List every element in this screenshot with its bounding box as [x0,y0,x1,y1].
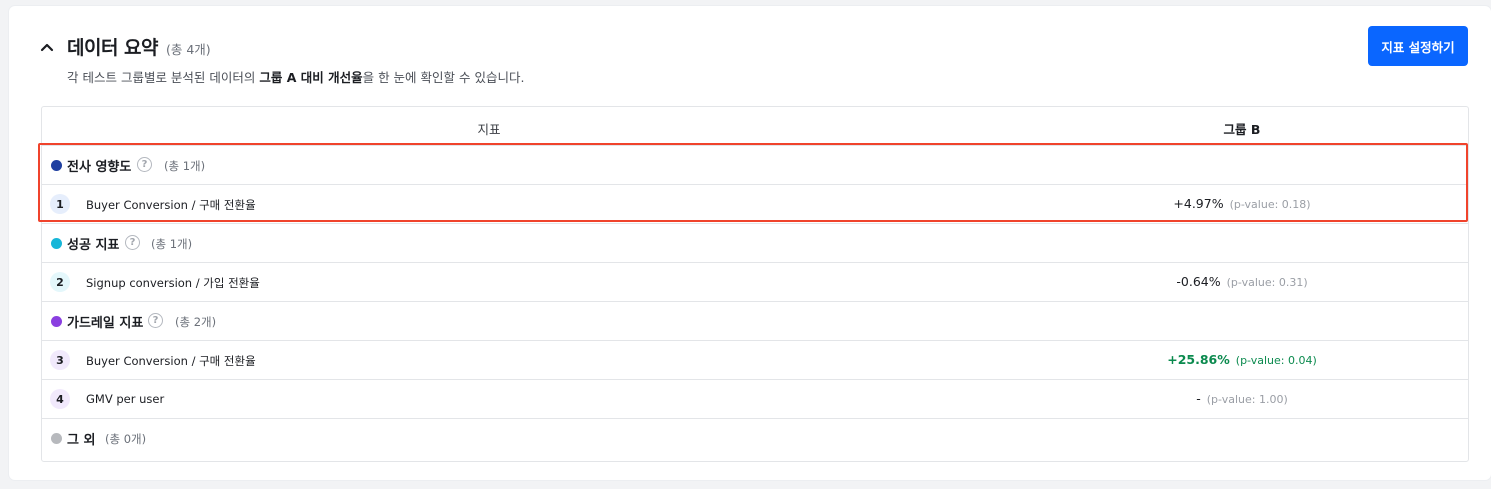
table-row[interactable]: 1 Buyer Conversion / 구매 전환율 +4.97% (p-val… [42,185,1468,224]
help-circle-icon[interactable]: ? [137,157,152,172]
column-header-group-b: 그룹 B [1223,122,1261,137]
summary-table: 지표 그룹 B 전사 영향도 ? (총 1개) 1 Buyer Conversi… [41,106,1469,462]
category-name: 성공 지표 [67,238,120,253]
metric-settings-button[interactable]: 지표 설정하기 [1368,26,1468,66]
group-b-value-cell: -0.64% (p-value: 0.31) [1042,274,1442,289]
row-number-badge: 3 [50,350,70,370]
data-summary-card: 데이터 요약 (총 4개) 각 테스트 그룹별로 분석된 데이터의 그룹 A 대… [9,6,1491,480]
section-title: 데이터 요약 [67,37,159,59]
category-row-success-metric: 성공 지표 ? (총 1개) [42,224,1468,263]
help-circle-icon[interactable]: ? [125,235,140,250]
section-count: (총 4개) [166,42,211,57]
category-name: 가드레일 지표 [67,316,144,331]
category-dot [51,433,62,444]
metric-name: Buyer Conversion / 구매 전환율 [86,354,256,368]
chevron-up-icon[interactable] [39,39,55,55]
group-b-value-cell: +25.86% (p-value: 0.04) [1042,352,1442,367]
column-header-metric: 지표 [477,122,501,137]
p-value: (p-value: 0.31) [1226,276,1308,289]
group-b-value-cell: - (p-value: 1.00) [1042,391,1442,406]
category-count: (총 1개) [151,237,193,251]
category-dot [51,160,62,171]
subtitle-text-pre: 각 테스트 그룹별로 분석된 데이터의 [67,70,260,85]
p-value: (p-value: 0.04) [1235,354,1317,367]
metric-name: GMV per user [86,392,165,406]
category-count: (총 2개) [175,315,217,329]
table-row[interactable]: 3 Buyer Conversion / 구매 전환율 +25.86% (p-va… [42,341,1468,380]
subtitle-text-post: 을 한 눈에 확인할 수 있습니다. [362,70,525,85]
summary-header: 데이터 요약 (총 4개) 각 테스트 그룹별로 분석된 데이터의 그룹 A 대… [9,6,1491,106]
category-row-guardrail-metric: 가드레일 지표 ? (총 2개) [42,302,1468,341]
help-circle-icon[interactable]: ? [148,313,163,328]
section-subtitle: 각 테스트 그룹별로 분석된 데이터의 그룹 A 대비 개선율을 한 눈에 확인… [67,67,524,86]
row-number-badge: 4 [50,389,70,409]
category-name: 그 외 [67,433,96,448]
improvement-value: - [1196,391,1201,406]
table-header: 지표 그룹 B [42,107,1468,146]
p-value: (p-value: 1.00) [1206,393,1288,406]
category-dot [51,316,62,327]
row-number-badge: 2 [50,272,70,292]
metric-name: Buyer Conversion / 구매 전환율 [86,198,256,212]
group-b-value-cell: +4.97% (p-value: 0.18) [1042,196,1442,211]
category-row-others: 그 외 (총 0개) [42,419,1468,457]
category-dot [51,238,62,249]
subtitle-text-bold: 그룹 A 대비 개선율 [259,70,363,85]
table-row[interactable]: 4 GMV per user - (p-value: 1.00) [42,380,1468,419]
improvement-value: -0.64% [1176,274,1221,289]
table-row[interactable]: 2 Signup conversion / 가입 전환율 -0.64% (p-va… [42,263,1468,302]
category-count: (총 0개) [105,432,147,446]
category-name: 전사 영향도 [67,160,132,175]
improvement-value: +4.97% [1173,196,1224,211]
p-value: (p-value: 0.18) [1229,198,1311,211]
metric-name: Signup conversion / 가입 전환율 [86,276,260,290]
category-row-company-impact: 전사 영향도 ? (총 1개) [42,146,1468,185]
improvement-value: +25.86% [1167,352,1230,367]
row-number-badge: 1 [50,194,70,214]
category-count: (총 1개) [164,159,206,173]
